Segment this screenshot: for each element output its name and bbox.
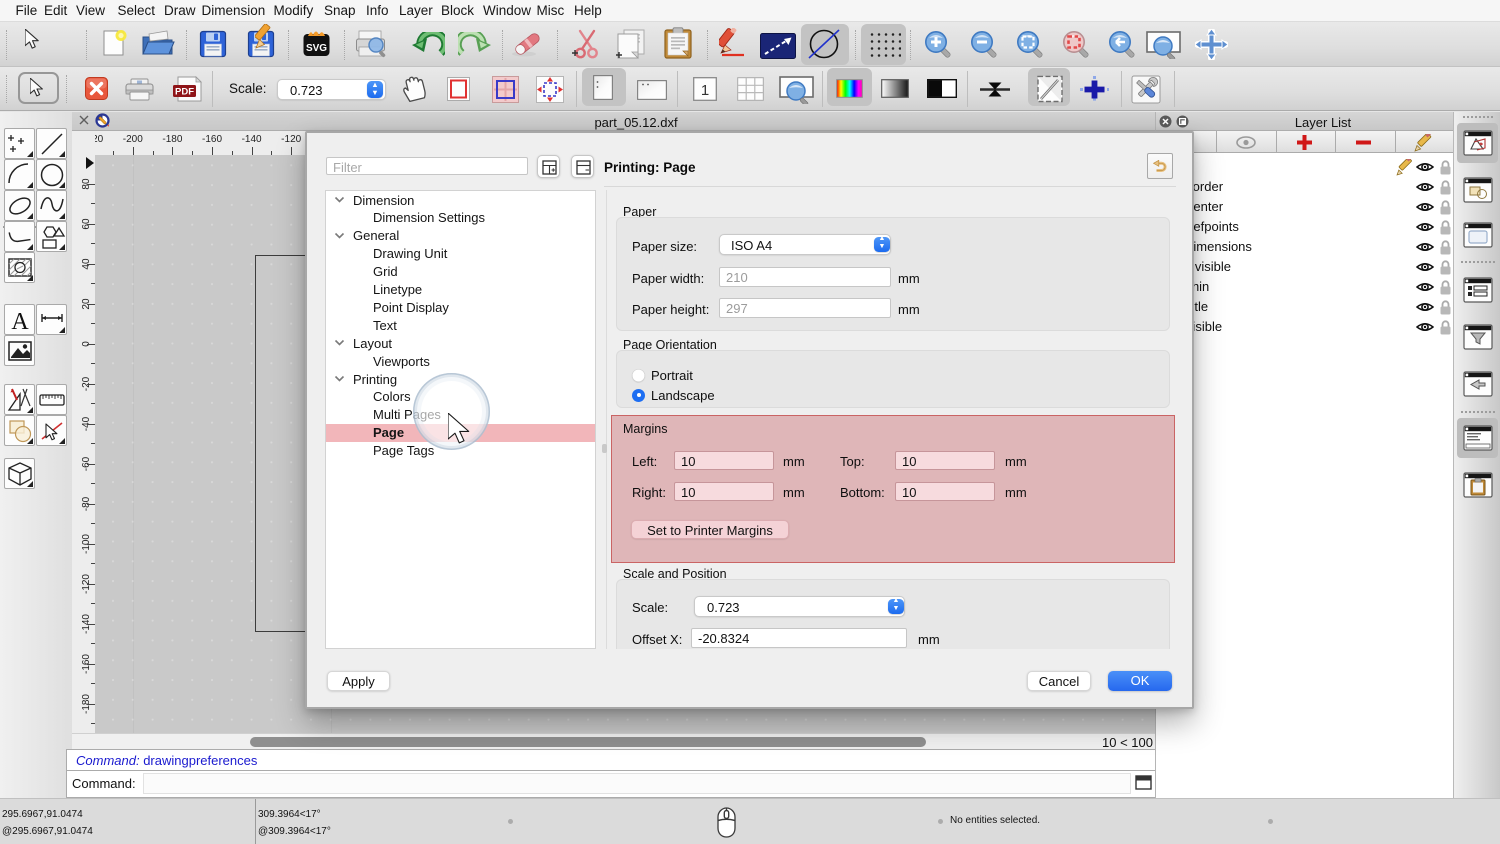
svg-text:1: 1 [701,82,709,99]
svg-text:PDF: PDF [175,87,194,98]
svg-text:A: A [11,309,29,334]
svg-text:SVG: SVG [306,43,327,54]
